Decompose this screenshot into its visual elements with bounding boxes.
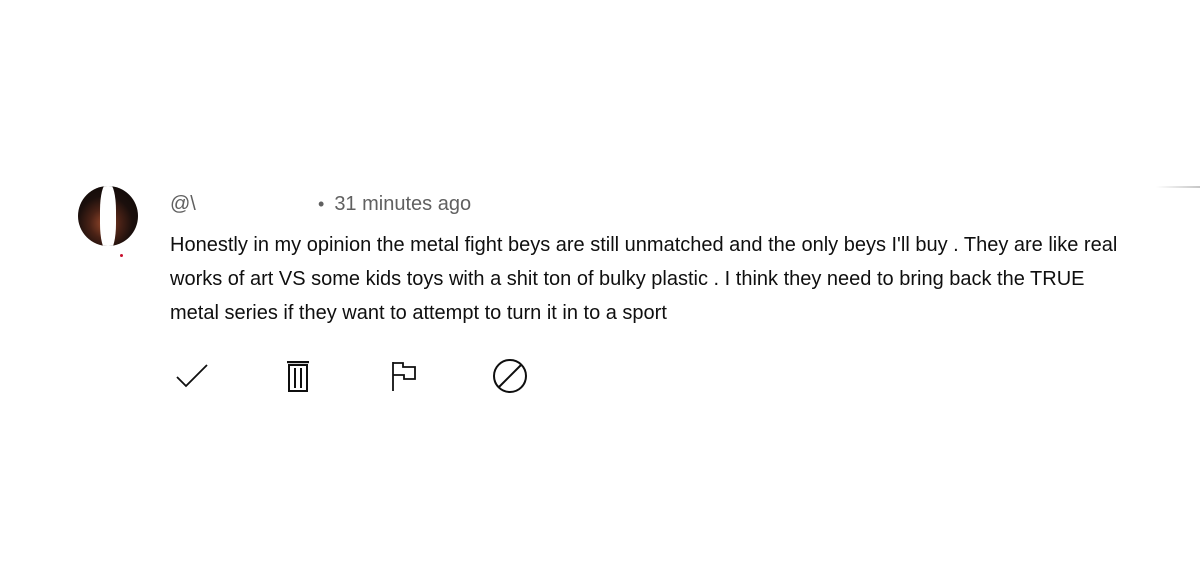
comment-actions <box>172 356 596 396</box>
flag-icon <box>392 362 416 391</box>
comment-text: Honestly in my opinion the metal fight b… <box>170 234 1118 324</box>
author-handle[interactable]: @\ <box>170 193 310 216</box>
trash-icon <box>287 361 309 392</box>
avatar[interactable] <box>78 186 138 246</box>
meta-separator: • <box>318 193 325 214</box>
comment-header: @\ • 31 minutes ago <box>170 186 1150 222</box>
avatar-status-dot <box>120 254 123 257</box>
check-icon <box>176 364 208 388</box>
comment-body: @\ • 31 minutes ago Honestly in my opini… <box>170 186 1150 330</box>
report-button[interactable] <box>384 356 424 396</box>
delete-button[interactable] <box>278 356 318 396</box>
approve-button[interactable] <box>172 356 212 396</box>
block-icon <box>493 359 527 393</box>
hide-user-button[interactable] <box>490 356 530 396</box>
comment-timestamp[interactable]: 31 minutes ago <box>334 193 471 216</box>
edge-divider <box>1156 186 1200 188</box>
